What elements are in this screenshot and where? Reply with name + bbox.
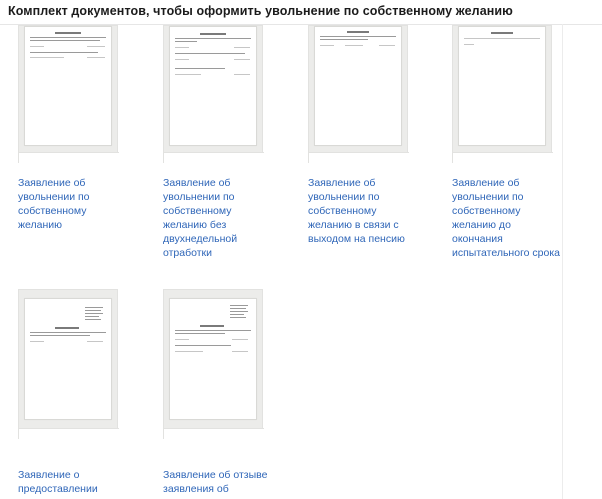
document-preview (314, 26, 402, 146)
document-preview (24, 298, 112, 420)
document-preview (169, 26, 257, 146)
document-link[interactable]: Заявление об увольнении по собственному … (163, 176, 303, 261)
document-link[interactable]: Заявление об увольнении по собственному … (452, 176, 592, 261)
document-link[interactable]: Заявление о предоставлении (18, 468, 158, 496)
document-preview (169, 298, 257, 420)
document-thumbnail[interactable] (452, 25, 553, 164)
document-link[interactable]: Заявление об увольнении по собственному … (308, 176, 448, 246)
document-thumbnail[interactable] (163, 25, 264, 164)
document-thumbnail[interactable] (308, 25, 409, 164)
document-link[interactable]: Заявление об увольнении по собственному … (18, 176, 158, 232)
document-thumbnail[interactable] (163, 289, 264, 440)
document-link[interactable]: Заявление об отзыве заявления об (163, 468, 303, 496)
document-preview (24, 26, 112, 146)
document-thumbnail[interactable] (18, 289, 119, 440)
document-preview (458, 26, 546, 146)
document-thumbnail[interactable] (18, 25, 119, 164)
right-border (562, 24, 563, 499)
page-title: Комплект документов, чтобы оформить увол… (8, 4, 513, 18)
